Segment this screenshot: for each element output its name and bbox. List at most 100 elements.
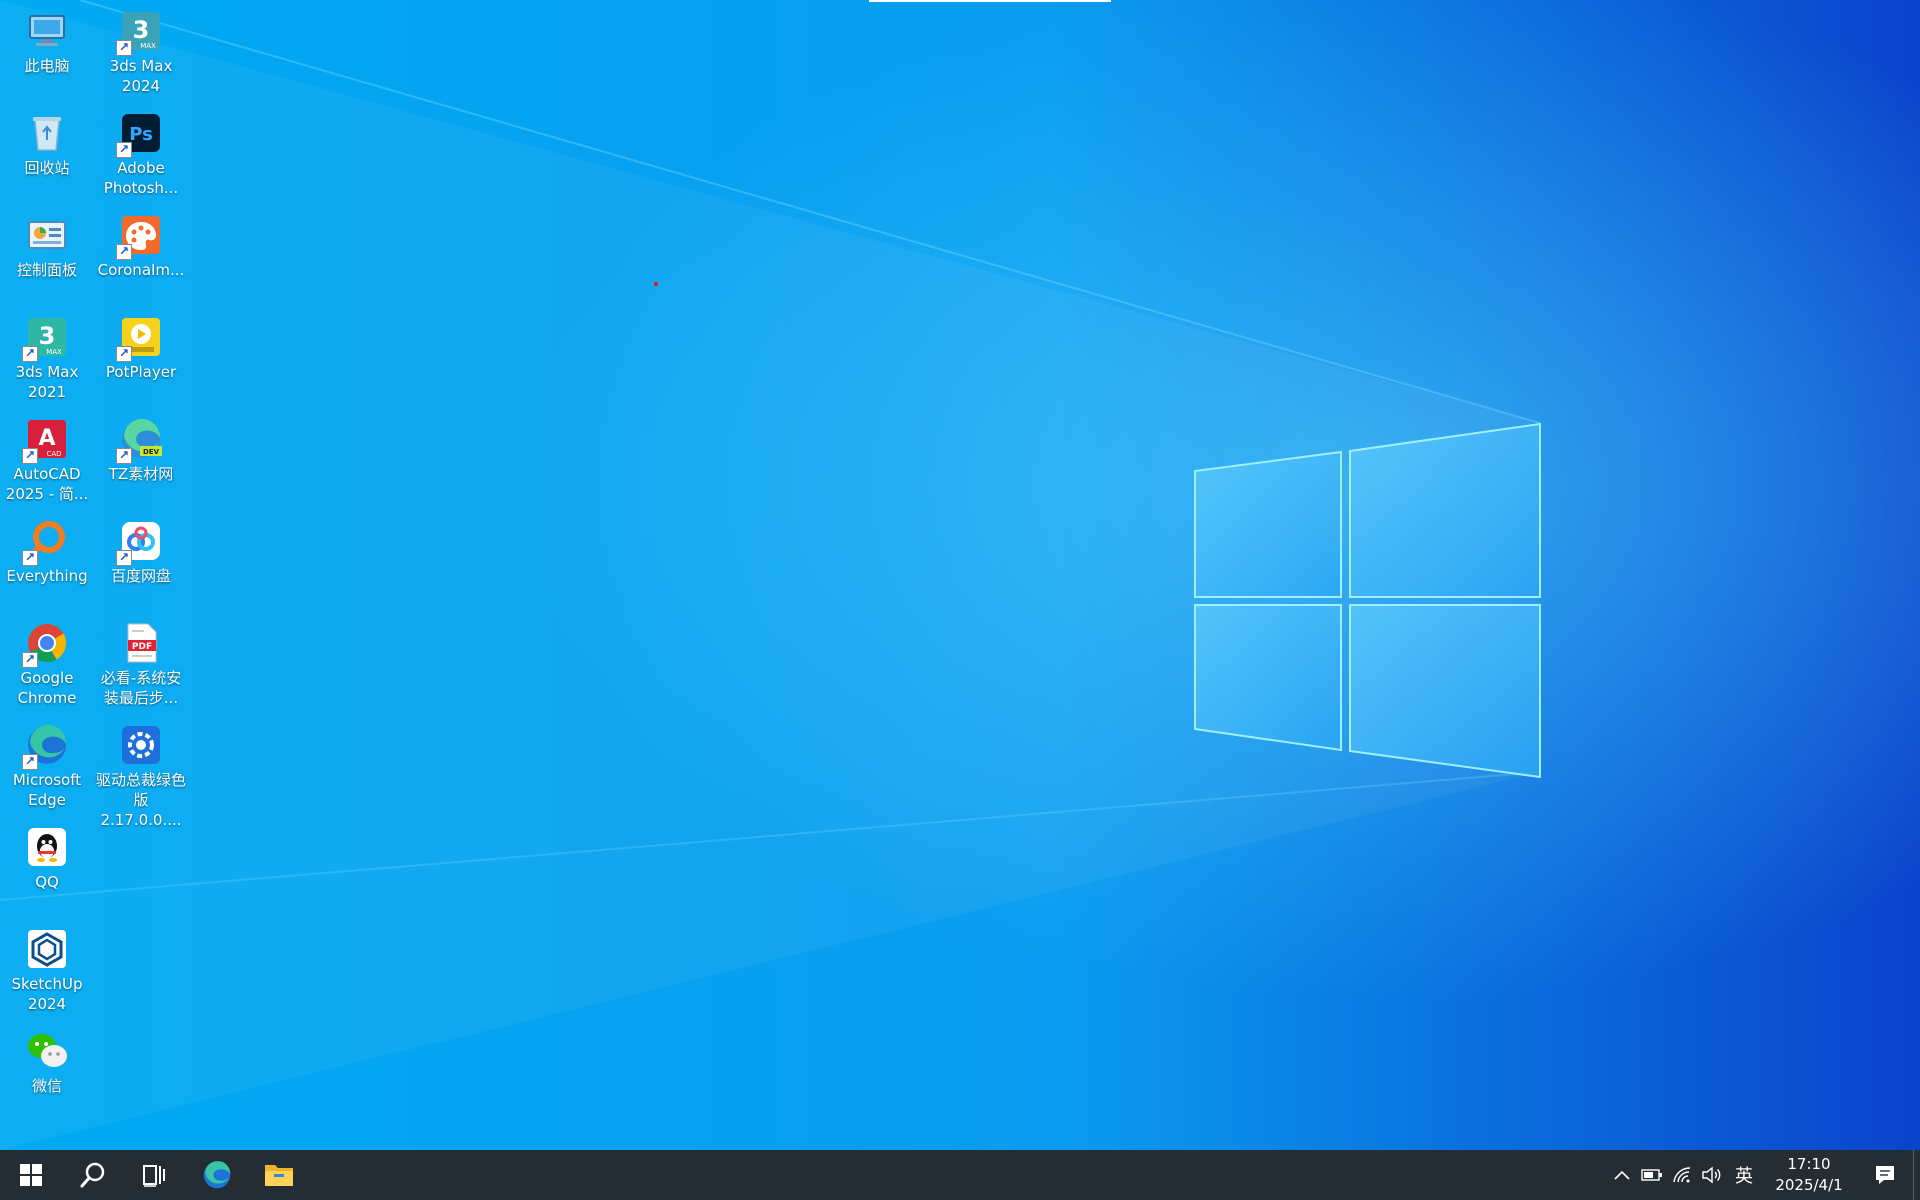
volume-icon (1702, 1166, 1721, 1184)
everything-icon: ↗ (22, 518, 70, 566)
svg-text:MAX: MAX (140, 42, 156, 50)
desktop-icon-label: Everything (6, 567, 88, 585)
notification-icon (1876, 1166, 1894, 1184)
shortcut-arrow-icon: ↗ (22, 448, 38, 464)
desktop-icon-3dsmax-2024[interactable]: 3 MAX ↗ 3ds Max 2024 (94, 3, 188, 101)
desktop-icon-recycle-bin[interactable]: 回收站 (0, 105, 94, 203)
pdf-icon: PDF (118, 620, 164, 666)
desktop-icon-label: 3ds Max 2021 (15, 363, 79, 401)
task-view-icon (143, 1165, 165, 1187)
volume-button[interactable] (1697, 1150, 1727, 1200)
start-button[interactable] (0, 1150, 62, 1200)
desktop-icon-corona[interactable]: ↗ CoronaIm... (94, 207, 188, 305)
driver-icon (118, 722, 164, 768)
sketchup-icon (24, 926, 70, 972)
desktop-icon-label: 驱动总裁绿色 版2.17.0.0.... (95, 771, 186, 829)
desktop-icon-pdf-guide[interactable]: PDF 必看-系统安 装最后步... (94, 615, 188, 713)
wechat-icon (24, 1028, 70, 1074)
battery-button[interactable] (1637, 1150, 1667, 1200)
autocad-icon: A CAD ↗ (22, 416, 70, 464)
taskbar: 英 17:10 2025/4/1 (0, 1150, 1920, 1200)
3dsmax-icon: 3 MAX ↗ (22, 314, 70, 362)
shortcut-arrow-icon: ↗ (116, 346, 132, 362)
qq-icon (24, 824, 70, 870)
system-tray: 英 17:10 2025/4/1 (1607, 1150, 1920, 1200)
desktop-icon-label: 控制面板 (16, 261, 77, 279)
input-method-indicator[interactable]: 英 (1727, 1162, 1761, 1188)
desktop-icon-label: 回收站 (24, 159, 70, 177)
chevron-up-icon (1614, 1170, 1630, 1180)
svg-text:DEV: DEV (143, 448, 160, 456)
taskbar-file-explorer-button[interactable] (248, 1150, 310, 1200)
taskbar-edge-button[interactable] (186, 1150, 248, 1200)
battery-icon (1641, 1169, 1662, 1181)
svg-text:A: A (38, 426, 55, 451)
clock[interactable]: 17:10 2025/4/1 (1761, 1154, 1857, 1196)
shortcut-arrow-icon: ↗ (116, 40, 132, 56)
clock-time: 17:10 (1787, 1155, 1831, 1173)
desktop-icon-label: PotPlayer (105, 363, 177, 381)
3dsmax-icon: 3 MAX ↗ (116, 8, 164, 56)
computer-icon (24, 8, 70, 54)
desktop-icon-driver[interactable]: 驱动总裁绿色 版2.17.0.0.... (94, 717, 188, 829)
svg-text:3: 3 (39, 322, 56, 350)
shortcut-arrow-icon: ↗ (116, 448, 132, 464)
desktop-icon-label: CoronaIm... (97, 261, 185, 279)
task-view-button[interactable] (124, 1150, 186, 1200)
recycle-bin-icon (24, 110, 70, 156)
corona-icon: ↗ (116, 212, 164, 260)
desktop-icon-photoshop[interactable]: Ps ↗ Adobe Photosh... (94, 105, 188, 203)
shortcut-arrow-icon: ↗ (22, 346, 38, 362)
svg-text:MAX: MAX (46, 348, 62, 356)
shortcut-arrow-icon: ↗ (22, 550, 38, 566)
action-center-button[interactable] (1857, 1150, 1913, 1200)
desktop-icon-label: 3ds Max 2024 (109, 57, 173, 95)
desktop-icon-3dsmax-2021[interactable]: 3 MAX ↗ 3ds Max 2021 (0, 309, 94, 407)
svg-text:CAD: CAD (46, 450, 61, 458)
chrome-icon: ↗ (22, 620, 70, 668)
desktop-icon-label: SketchUp 2024 (11, 975, 83, 1013)
start-icon (20, 1164, 42, 1186)
file-explorer-icon (265, 1165, 293, 1186)
desktop-icon-this-pc[interactable]: 此电脑 (0, 3, 94, 101)
search-button[interactable] (62, 1150, 124, 1200)
desktop-icon-sketchup[interactable]: SketchUp 2024 (0, 921, 94, 1019)
desktop-icon-label: 此电脑 (24, 57, 70, 75)
desktop: 此电脑 回收站 控制面板 3 MAX ↗ 3ds Max 2021 A CAD ↗ … (0, 0, 1920, 1150)
shortcut-arrow-icon: ↗ (116, 244, 132, 260)
desktop-icon-tz[interactable]: DEV ↗ TZ素材网 (94, 411, 188, 509)
desktop-icon-qq[interactable]: QQ (0, 819, 94, 917)
edge-icon (203, 1161, 231, 1189)
edge-icon: ↗ (22, 722, 70, 770)
desktop-icon-chrome[interactable]: ↗ Google Chrome (0, 615, 94, 713)
svg-text:PDF: PDF (132, 642, 152, 652)
desktop-icon-label: TZ素材网 (108, 465, 174, 483)
desktop-icon-baidu-netdisk[interactable]: ↗ 百度网盘 (94, 513, 188, 611)
show-hidden-icons-button[interactable] (1607, 1150, 1637, 1200)
desktop-icon-label: 百度网盘 (110, 567, 171, 585)
desktop-icon-label: AutoCAD 2025 - 简... (5, 465, 89, 503)
shortcut-arrow-icon: ↗ (22, 754, 38, 770)
desktop-icon-edge[interactable]: ↗ Microsoft Edge (0, 717, 94, 815)
potplayer-icon: ↗ (116, 314, 164, 362)
desktop-icon-label: 必看-系统安 装最后步... (100, 669, 182, 707)
network-icon (1673, 1167, 1691, 1183)
desktop-icon-wechat[interactable]: 微信 (0, 1023, 94, 1121)
desktop-icon-label: Microsoft Edge (12, 771, 82, 809)
baidu-netdisk-icon: ↗ (116, 518, 164, 566)
desktop-icon-label: QQ (35, 873, 59, 891)
clock-date: 2025/4/1 (1775, 1176, 1843, 1194)
photoshop-icon: Ps ↗ (116, 110, 164, 158)
desktop-icon-potplayer[interactable]: ↗ PotPlayer (94, 309, 188, 407)
svg-text:3: 3 (133, 16, 150, 44)
control-panel-icon (24, 212, 70, 258)
network-button[interactable] (1667, 1150, 1697, 1200)
desktop-icon-control-panel[interactable]: 控制面板 (0, 207, 94, 305)
desktop-icon-label: Adobe Photosh... (103, 159, 179, 197)
desktop-icon-everything[interactable]: ↗ Everything (0, 513, 94, 611)
show-desktop-button[interactable] (1913, 1150, 1920, 1200)
desktop-icon-autocad[interactable]: A CAD ↗ AutoCAD 2025 - 简... (0, 411, 94, 509)
shortcut-arrow-icon: ↗ (22, 652, 38, 668)
desktop-icon-label: Google Chrome (17, 669, 77, 707)
shortcut-arrow-icon: ↗ (116, 142, 132, 158)
